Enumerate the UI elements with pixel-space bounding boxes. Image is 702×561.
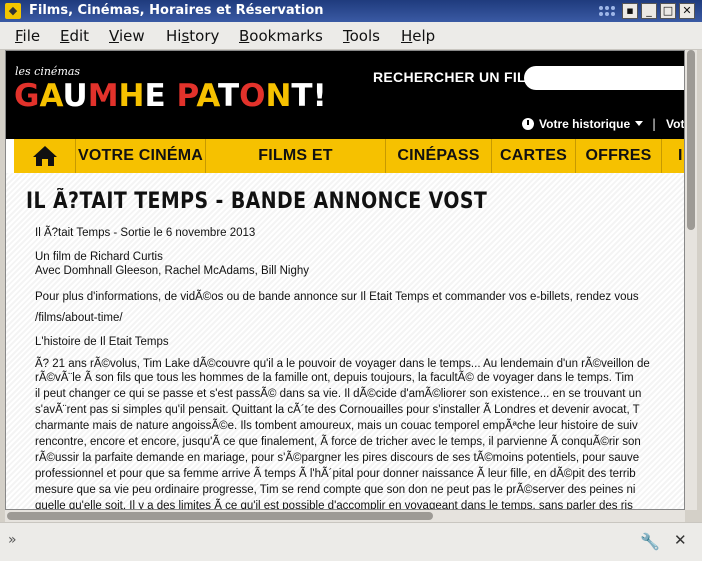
site-header: les cinémas GAUMHE PATONT! RECHERCHER UN…	[6, 51, 684, 139]
clock-icon	[522, 118, 534, 130]
article-title: IL Ã?TAIT TEMPS - BANDE ANNONCE VOST	[26, 189, 488, 214]
close-window-button[interactable]: ✕	[679, 3, 695, 19]
film-search-input[interactable]	[524, 66, 684, 90]
article-line: charmante mais de nature angoissÃ©e. Ils…	[35, 420, 638, 432]
window-title: Films, Cinémas, Horaires et Réservation	[29, 3, 324, 18]
window-titlebar: ◆ Films, Cinémas, Horaires et Réservatio…	[0, 0, 702, 22]
nav-films-evenements[interactable]: FILMS ET ÉVÉNEMENTS	[206, 139, 386, 198]
home-icon	[32, 146, 57, 166]
web-content: les cinémas GAUMHE PATONT! RECHERCHER UN…	[5, 50, 685, 510]
logo-small-text: les cinémas	[15, 65, 81, 78]
horizontal-scroll-thumb[interactable]	[7, 512, 433, 520]
horizontal-scrollbar[interactable]	[5, 510, 685, 522]
article-line: rÃ©ussir la parfaite demande en mariage,…	[35, 452, 640, 464]
nav-offres[interactable]: OFFRES	[576, 139, 662, 173]
menu-tools[interactable]: Tools	[343, 27, 380, 45]
menu-edit[interactable]: Edit	[60, 27, 89, 45]
nav-more-truncated[interactable]: I	[662, 139, 684, 173]
article-line: rÃ©vÃ¨le Ã son fils que tous les hommes …	[35, 372, 634, 384]
article-line: professionnel et pour que sa femme arriv…	[35, 468, 636, 480]
wrench-icon[interactable]: 🔧	[640, 532, 660, 551]
article-line: Avec Domhnall Gleeson, Rachel McAdams, B…	[35, 265, 309, 277]
main-navigation: VOTRE CINÉMA FILMS ET ÉVÉNEMENTS CINÉPAS…	[14, 139, 684, 198]
search-label: RECHERCHER UN FILM	[373, 69, 538, 85]
article-line: Pour plus d'informations, de vidÃ©os ou …	[35, 291, 639, 303]
find-input[interactable]	[20, 529, 624, 555]
menu-history[interactable]: History	[166, 27, 219, 45]
window-decoration-icon	[599, 6, 615, 16]
menu-file[interactable]: File	[15, 27, 40, 45]
article-line: Un film de Richard Curtis	[35, 251, 163, 263]
article-line: mesure que sa vie peu ordinaire progress…	[35, 484, 636, 496]
close-icon[interactable]: ✕	[674, 531, 687, 549]
menu-bookmarks[interactable]: Bookmarks	[239, 27, 323, 45]
vertical-scrollbar[interactable]	[685, 50, 697, 510]
article-line: /films/about-time/	[35, 312, 123, 324]
article-line: il peut changer ce qui se passe et s'est…	[35, 388, 642, 400]
history-dropdown[interactable]: Votre historique	[522, 117, 644, 131]
firefox-icon: ◆	[5, 3, 21, 19]
caret-down-icon	[635, 121, 644, 126]
article-line: rencontre, encore et encore, jusqu'Ã ce …	[35, 436, 641, 448]
vertical-scroll-thumb[interactable]	[687, 50, 695, 230]
header-link-truncated[interactable]: Vot	[666, 117, 684, 131]
nav-cartes[interactable]: CARTES	[492, 139, 576, 173]
menu-help[interactable]: Help	[401, 27, 435, 45]
article: IL Ã?TAIT TEMPS - BANDE ANNONCE VOST Il …	[6, 173, 684, 510]
find-bar: » 🔧 ✕	[0, 522, 702, 561]
window-menu-button[interactable]: ▪	[622, 3, 638, 19]
minimize-button[interactable]: _	[641, 3, 657, 19]
article-line: Il Ã?tait Temps - Sortie le 6 novembre 2…	[35, 227, 256, 239]
nav-votre-cinema[interactable]: VOTRE CINÉMA	[76, 139, 206, 173]
maximize-button[interactable]: □	[660, 3, 676, 19]
menu-view[interactable]: View	[109, 27, 145, 45]
article-line: quelle qu'elle soit. Il y a des limites …	[35, 500, 633, 510]
header-separator: |	[652, 117, 657, 131]
nav-cinepass[interactable]: CINÉPASS	[386, 139, 492, 173]
site-logo[interactable]: GAUMHE PATONT!	[14, 78, 327, 114]
article-line: s'avÃ¨rent pas si simples qu'il pensait.…	[35, 404, 640, 416]
chevrons-right-icon[interactable]: »	[8, 532, 17, 548]
menubar: File Edit View History Bookmarks Tools H…	[0, 22, 702, 50]
nav-home-button[interactable]	[14, 139, 76, 173]
article-line: L'histoire de Il Etait Temps	[35, 336, 169, 348]
article-line: Ã? 21 ans rÃ©volus, Tim Lake dÃ©couvre q…	[35, 358, 650, 370]
